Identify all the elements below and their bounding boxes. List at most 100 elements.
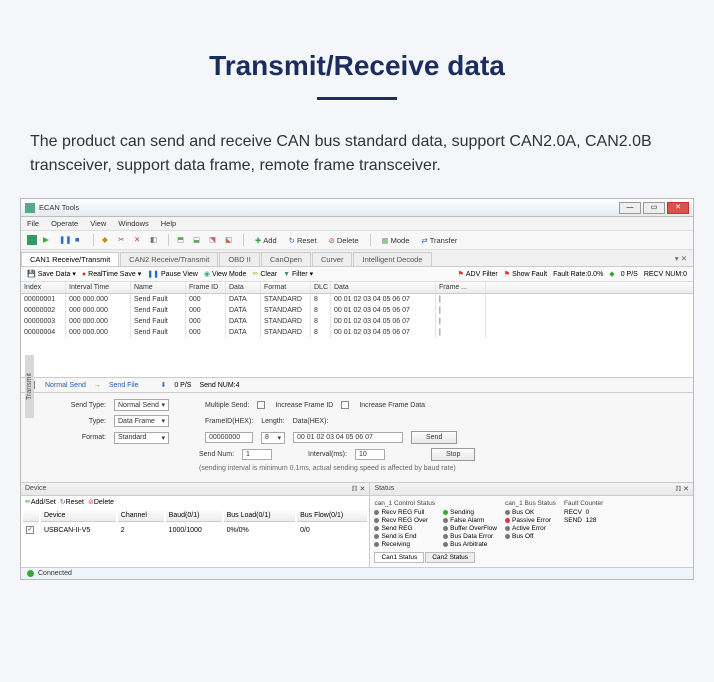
tool-icon-1[interactable]: ◆ (102, 235, 112, 245)
menu-windows[interactable]: Windows (118, 219, 148, 228)
grid-row[interactable]: 00000002000 000.000Send Fault000DATASTAN… (21, 305, 693, 316)
col-databytes[interactable]: Data (331, 282, 436, 293)
grid-row[interactable]: 00000001000 000.000Send Fault000DATASTAN… (21, 294, 693, 305)
connect-icon[interactable] (27, 235, 37, 245)
tab-decode[interactable]: Intelligent Decode (353, 252, 431, 266)
status-panel: Statusℿ ✕ can_1 Control Status Recv REG … (370, 483, 693, 567)
control-status-header: can_1 Control Status (374, 500, 435, 507)
window-title: ECAN Tools (39, 203, 619, 212)
realtime-save-button[interactable]: ●RealTime Save ▾ (82, 270, 141, 278)
length-select[interactable]: 8▾ (261, 432, 285, 444)
titlebar: ECAN Tools — ▭ ✕ (21, 199, 693, 217)
tab-can1[interactable]: CAN1 Receive/Transmit (21, 252, 119, 266)
status-item: Receiving (374, 541, 435, 548)
menu-help[interactable]: Help (161, 219, 176, 228)
grid-row[interactable]: 00000004000 000.000Send Fault000DATASTAN… (21, 327, 693, 338)
col-interval[interactable]: Interval Time (66, 282, 131, 293)
device-table: Device Channel Baud(0/1) Bus Load(0/1) B… (21, 508, 369, 538)
col-frame[interactable]: Frame ... (436, 282, 486, 293)
send-type-select[interactable]: Normal Send▾ (114, 399, 169, 411)
device-delete-button[interactable]: ⊘Delete (88, 498, 114, 506)
multi-send-label: Multiple Send: (205, 402, 249, 409)
tool-icon-2[interactable]: ◧ (150, 235, 160, 245)
data-label: Data(HEX): (293, 418, 329, 425)
status-item: False Alarm (443, 517, 497, 524)
device-reset-button[interactable]: ↻Reset (60, 498, 84, 506)
device-row[interactable]: USBCAN-II-V5 2 1000/1000 0%/0% 0/0 (23, 524, 367, 536)
inc-frameid-check[interactable] (257, 401, 265, 409)
dev-col-channel[interactable]: Channel (118, 510, 164, 522)
tabs-close[interactable]: ▾ ✕ (669, 252, 693, 266)
col-index[interactable]: Index (21, 282, 66, 293)
tool-icon-3[interactable]: ⬒ (177, 235, 187, 245)
pause-view-button[interactable]: ❚❚Pause View (147, 270, 198, 278)
dev-col-load[interactable]: Bus Load(0/1) (224, 510, 295, 522)
tool-icon-6[interactable]: ⬕ (225, 235, 235, 245)
tool-icon-4[interactable]: ⬓ (193, 235, 203, 245)
data-input[interactable]: 00 01 02 03 04 05 06 07 (293, 432, 403, 443)
col-data[interactable]: Data (226, 282, 261, 293)
normal-send-link[interactable]: Normal Send (45, 382, 86, 389)
tab-curver[interactable]: Curver (312, 252, 353, 266)
save-data-button[interactable]: 💾Save Data ▾ (27, 270, 76, 278)
send-file-link[interactable]: Send File (109, 382, 139, 389)
transmit-panel: Transmit Send Type: Normal Send▾ Multipl… (21, 392, 693, 482)
can1-status-tab[interactable]: Can1 Status (374, 552, 424, 563)
dev-col-flow[interactable]: Bus Flow(0/1) (297, 510, 367, 522)
view-mode-button[interactable]: ◉View Mode (204, 270, 247, 278)
menu-operate[interactable]: Operate (51, 219, 78, 228)
can2-status-tab[interactable]: Can2 Status (425, 552, 475, 563)
frameid-input[interactable]: 00000000 (205, 432, 253, 443)
filter-button[interactable]: ▼Filter ▾ (283, 270, 313, 278)
adv-filter-button[interactable]: ⚑ADV Filter (458, 270, 498, 278)
dev-col-device[interactable]: Device (41, 510, 116, 522)
play-icon[interactable]: ▶ (43, 235, 53, 245)
delete-button[interactable]: ⊘Delete (326, 235, 362, 246)
menu-file[interactable]: File (27, 219, 39, 228)
interval-input[interactable]: 10 (355, 449, 385, 460)
col-frameid[interactable]: Frame ID (186, 282, 226, 293)
sendnum-input[interactable]: 1 (242, 449, 272, 460)
stop-button[interactable]: Stop (431, 448, 475, 461)
close-button[interactable]: ✕ (667, 202, 689, 214)
clear-button[interactable]: ✏Clear (252, 270, 277, 278)
show-fault-button[interactable]: ⚑Show Fault (504, 270, 547, 278)
mode-button[interactable]: ▦Mode (379, 235, 413, 246)
status-item: Send REG (374, 525, 435, 532)
format-select[interactable]: Standard▾ (114, 432, 169, 444)
type-select[interactable]: Data Frame▾ (114, 415, 169, 427)
tab-obd[interactable]: OBD II (219, 252, 260, 266)
transfer-button[interactable]: ⇄Transfer (418, 235, 460, 246)
col-name[interactable]: Name (131, 282, 186, 293)
status-item: Bus Arbitrate (443, 541, 497, 548)
status-panel-controls[interactable]: ℿ ✕ (675, 485, 689, 493)
col-format[interactable]: Format (261, 282, 311, 293)
inc-framedata-check[interactable] (341, 401, 349, 409)
connection-status: Connected (38, 570, 72, 577)
clear-icon[interactable]: ✕ (134, 235, 144, 245)
add-button[interactable]: ✚Add (252, 235, 280, 246)
grid-row[interactable]: 00000003000 000.000Send Fault000DATASTAN… (21, 316, 693, 327)
device-panel-controls[interactable]: ℿ ✕ (352, 485, 366, 493)
inc-framedata-label: Increase Frame Data (359, 402, 425, 409)
tab-can2[interactable]: CAN2 Receive/Transmit (120, 252, 218, 266)
device-checkbox[interactable] (26, 526, 34, 534)
col-dlc[interactable]: DLC (311, 282, 331, 293)
pause-icon[interactable]: ❚❚ (59, 235, 69, 245)
reset-button[interactable]: ↻Reset (286, 235, 320, 246)
tool-icon-5[interactable]: ⬔ (209, 235, 219, 245)
stop-icon[interactable]: ■ (75, 235, 85, 245)
device-add-button[interactable]: ✏Add/Set (25, 498, 56, 506)
dev-col-baud[interactable]: Baud(0/1) (166, 510, 222, 522)
minimize-button[interactable]: — (619, 202, 641, 214)
menu-view[interactable]: View (90, 219, 106, 228)
page-title: Transmit/Receive data (20, 50, 694, 82)
cut-icon[interactable]: ✂ (118, 235, 128, 245)
status-item: Bus OK (505, 509, 556, 516)
fault-rate: Fault Rate:0.0% (553, 271, 603, 278)
sendnum-label: Send Num: (199, 451, 234, 458)
tab-canopen[interactable]: CanOpen (261, 252, 311, 266)
maximize-button[interactable]: ▭ (643, 202, 665, 214)
status-item: Passive Error (505, 517, 556, 524)
send-button[interactable]: Send (411, 431, 457, 444)
